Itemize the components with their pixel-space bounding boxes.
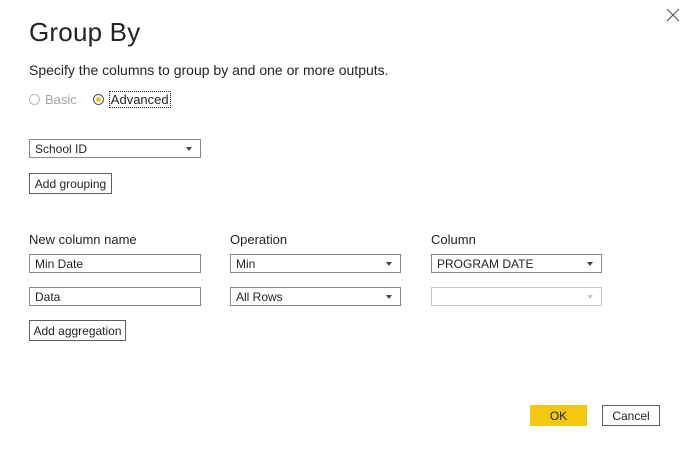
new-column-name-input[interactable]	[29, 254, 201, 273]
chevron-down-icon	[587, 294, 593, 299]
basic-radio-label[interactable]: Basic	[45, 92, 77, 107]
add-aggregation-button[interactable]: Add aggregation	[29, 320, 126, 341]
cancel-button[interactable]: Cancel	[602, 405, 660, 426]
new-column-name-header: New column name	[29, 232, 137, 247]
group-by-dialog: Group By Specify the columns to group by…	[0, 0, 690, 455]
chevron-down-icon	[186, 146, 192, 151]
basic-radio-circle[interactable]	[29, 93, 40, 105]
advanced-radio[interactable]: Advanced	[92, 90, 171, 108]
basic-radio[interactable]: Basic	[29, 92, 93, 107]
operation-header: Operation	[230, 232, 288, 247]
column-select	[431, 287, 602, 306]
chevron-down-icon	[587, 261, 593, 266]
operation-value: Min	[236, 256, 256, 271]
chevron-down-icon	[386, 261, 392, 266]
advanced-radio-circle[interactable]	[92, 93, 104, 105]
operation-select[interactable]: All Rows	[230, 287, 401, 306]
close-icon	[666, 8, 680, 22]
operation-select[interactable]: Min	[230, 254, 401, 273]
column-header: Column	[431, 232, 476, 247]
grouping-column-select[interactable]: School ID	[29, 139, 201, 158]
close-button[interactable]	[663, 5, 683, 25]
mode-radio-group: Basic Advanced	[29, 90, 171, 108]
chevron-down-icon	[386, 294, 392, 299]
column-select[interactable]: PROGRAM DATE	[431, 254, 602, 273]
add-grouping-button[interactable]: Add grouping	[29, 173, 112, 194]
column-value: PROGRAM DATE	[437, 256, 534, 271]
operation-value: All Rows	[236, 289, 283, 304]
dialog-title: Group By	[29, 17, 141, 47]
new-column-name-input[interactable]	[29, 287, 201, 306]
ok-button[interactable]: OK	[530, 405, 587, 426]
advanced-radio-label[interactable]: Advanced	[108, 90, 171, 108]
grouping-column-value: School ID	[35, 141, 88, 156]
dialog-subtitle: Specify the columns to group by and one …	[29, 62, 389, 78]
